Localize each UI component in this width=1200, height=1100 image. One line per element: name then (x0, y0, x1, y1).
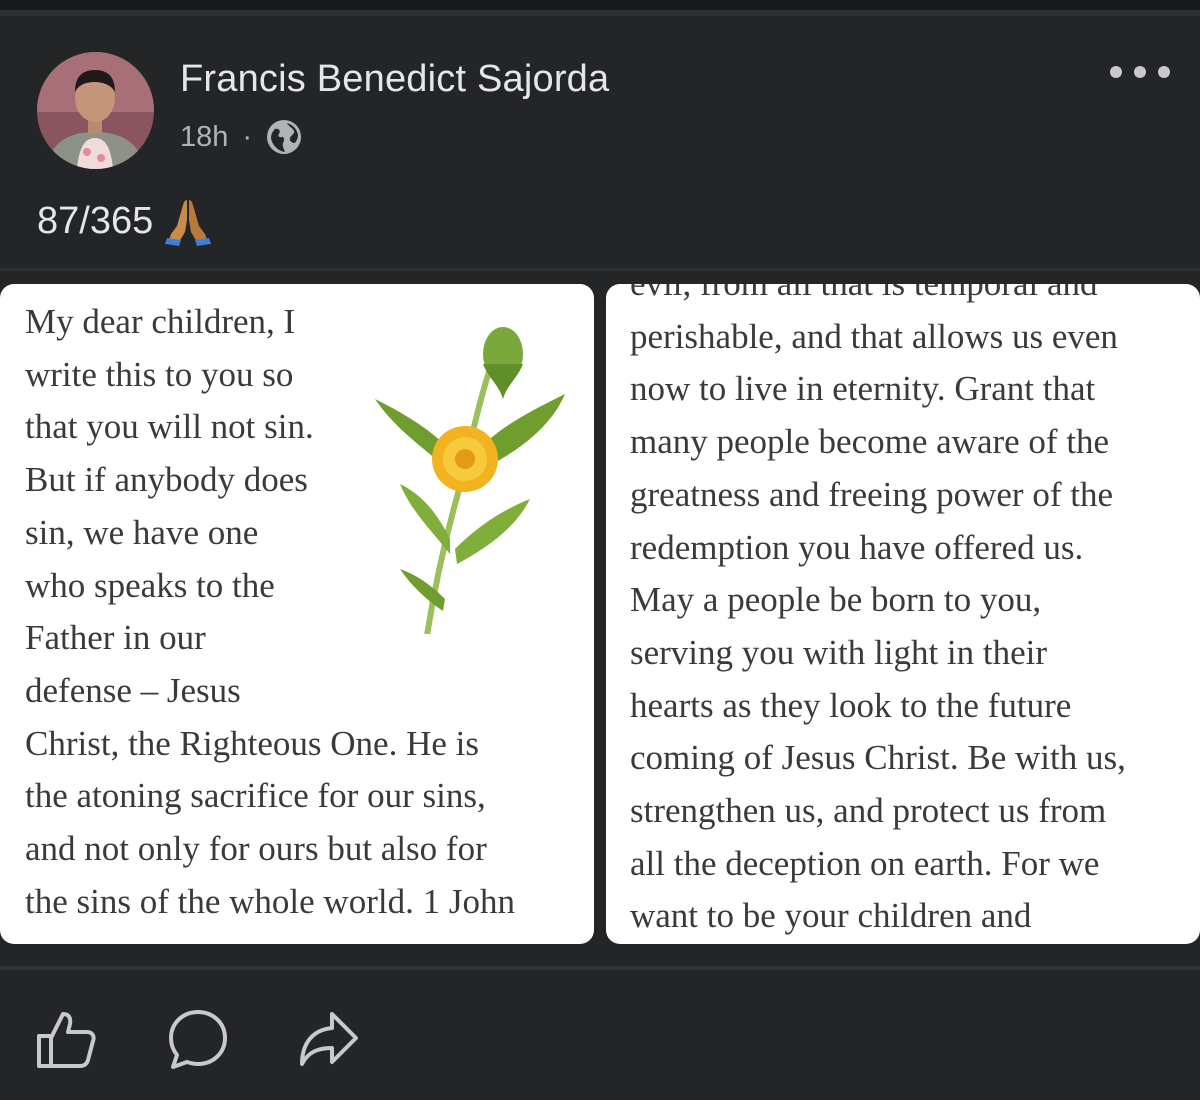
dandelion-illustration (375, 327, 565, 634)
post-time[interactable]: 18h (180, 121, 228, 154)
post-meta: 18h · (180, 117, 302, 157)
top-bar-divider (0, 10, 1200, 16)
image-2-text: evil, from all that is temporal and peri… (630, 284, 1126, 936)
globe-icon[interactable] (266, 119, 302, 155)
meta-separator: · (242, 120, 253, 153)
top-bar (0, 0, 1200, 10)
folded-hands-icon (165, 200, 212, 246)
content-divider (0, 268, 1200, 271)
caption-text: 87/365 (37, 199, 154, 242)
post-image-1[interactable]: My dear children, I write this to you so… (0, 284, 594, 944)
dot-icon (1134, 66, 1146, 78)
actions-divider (0, 966, 1200, 970)
post-image-2[interactable]: evil, from all that is temporal and peri… (606, 284, 1200, 944)
dot-icon (1110, 66, 1122, 78)
post-caption: 87/365 (37, 196, 213, 246)
more-options-button[interactable] (1110, 60, 1170, 84)
dot-icon (1158, 66, 1170, 78)
like-icon[interactable] (35, 1008, 97, 1070)
author-name[interactable]: Francis Benedict Sajorda (180, 58, 609, 101)
avatar[interactable] (37, 52, 154, 169)
comment-icon[interactable] (167, 1008, 229, 1070)
share-icon[interactable] (298, 1008, 360, 1070)
